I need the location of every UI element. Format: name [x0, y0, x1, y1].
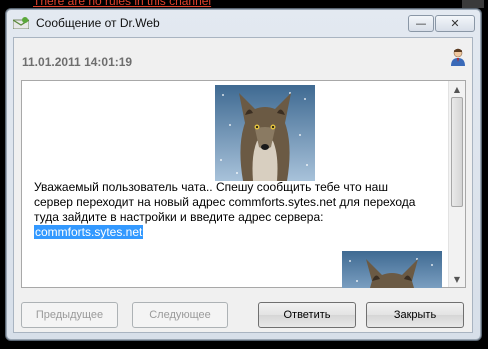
reply-button[interactable]: Ответить	[258, 302, 356, 328]
close-button[interactable]: Закрыть	[366, 302, 464, 328]
app-icon	[13, 17, 29, 29]
close-icon: ✕	[450, 17, 460, 30]
user-icon[interactable]	[450, 48, 466, 66]
window-title: Сообщение от Dr.Web	[36, 16, 160, 30]
window-body: 11.01.2011 14:01:19 Уважаемый пользовате…	[13, 37, 473, 333]
wolf-image	[215, 85, 315, 181]
message-content-area[interactable]: Уважаемый пользователь чата.. Спешу сооб…	[21, 80, 466, 288]
previous-button[interactable]: Предыдущее	[21, 302, 118, 328]
scrollbar-thumb[interactable]	[451, 97, 463, 207]
wolf-image-partial	[342, 251, 442, 288]
server-link[interactable]: commforts.sytes.net	[34, 225, 144, 239]
vertical-scrollbar[interactable]: ▲ ▼	[448, 81, 465, 287]
scroll-up-icon[interactable]: ▲	[449, 81, 465, 97]
message-window: Сообщение от Dr.Web — ✕ 11.01.2011 14:01…	[5, 8, 482, 341]
minimize-icon: —	[415, 17, 427, 30]
message-text: Уважаемый пользователь чата.. Спешу сооб…	[34, 180, 424, 240]
titlebar: Сообщение от Dr.Web — ✕	[6, 9, 481, 37]
close-window-button[interactable]: ✕	[435, 15, 475, 32]
message-datetime: 11.01.2011 14:01:19	[22, 55, 133, 69]
background-block	[462, 0, 484, 8]
window-controls: — ✕	[408, 15, 475, 32]
minimize-button[interactable]: —	[408, 15, 434, 32]
next-button[interactable]: Следующее	[132, 302, 228, 328]
scroll-down-icon[interactable]: ▼	[449, 271, 465, 287]
background-channel-text: There are no rules in this channel	[33, 0, 212, 8]
message-text-part1: Уважаемый пользователь чата	[34, 180, 206, 194]
